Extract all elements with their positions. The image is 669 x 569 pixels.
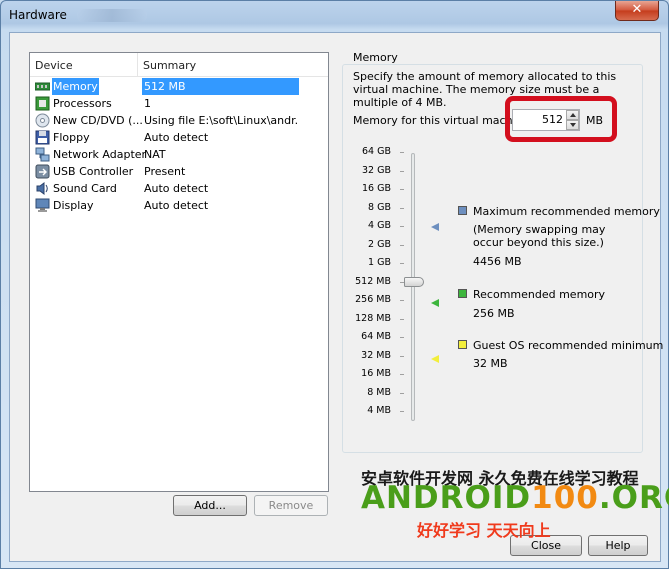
- device-summary: 1: [144, 97, 151, 110]
- minimum-title: Guest OS recommended minimum: [473, 339, 664, 352]
- add-button[interactable]: Add...: [173, 495, 247, 516]
- device-summary: Auto detect: [144, 199, 209, 212]
- minimum-marker-icon: [431, 355, 439, 363]
- scale-label: 128 MB: [355, 312, 391, 324]
- scale-tick: [400, 318, 404, 320]
- max-recommended-note: (Memory swapping may occur beyond this s…: [473, 223, 606, 249]
- hardware-dialog: Hardware ✕ Device Summary Memory 512 MB …: [0, 0, 669, 569]
- scale-label: 4 MB: [367, 405, 391, 416]
- scale-label: 32 MB: [361, 349, 391, 361]
- minimum-value: 32 MB: [473, 357, 508, 370]
- scale-tick: [400, 300, 404, 301]
- max-recommended-title: Maximum recommended memory: [473, 205, 660, 218]
- scale-tick: [400, 355, 404, 357]
- scale-tick: [400, 189, 404, 190]
- memory-field-label: Memory for this virtual machine:: [353, 114, 534, 127]
- scale-label: 16 GB: [362, 183, 391, 194]
- scale-tick: [400, 411, 404, 412]
- memory-slider-thumb[interactable]: [404, 276, 424, 287]
- device-row-usb-controller[interactable]: USB Controller Present: [30, 163, 328, 180]
- device-summary: 512 MB: [142, 78, 299, 95]
- scale-label: 512 MB: [355, 275, 391, 287]
- scale-label: 32 GB: [362, 164, 391, 176]
- memory-description: Specify the amount of memory allocated t…: [353, 70, 617, 109]
- stepper-up-button[interactable]: [566, 110, 579, 120]
- device-row-cd-dvd[interactable]: New CD/DVD (... Using file E:\soft\Linux…: [30, 112, 328, 129]
- device-row-memory[interactable]: Memory 512 MB: [30, 78, 328, 95]
- scale-label: 4 GB: [368, 220, 391, 231]
- remove-button[interactable]: Remove: [254, 495, 328, 516]
- recommended-value: 256 MB: [473, 307, 515, 320]
- recommended-legend-icon: [458, 289, 467, 298]
- device-row-display[interactable]: Display Auto detect: [30, 197, 328, 214]
- scale-tick: [400, 170, 404, 172]
- device-name: USB Controller: [53, 165, 134, 178]
- device-summary: NAT: [144, 148, 166, 161]
- scale-label: 8 GB: [368, 201, 391, 213]
- scale-tick: [400, 226, 404, 227]
- device-row-sound-card[interactable]: Sound Card Auto detect: [30, 180, 328, 197]
- max-recommended-marker-icon: [431, 223, 439, 231]
- device-name: Sound Card: [53, 182, 117, 195]
- device-list[interactable]: Device Summary Memory 512 MB Processors …: [29, 52, 329, 492]
- memory-size-stepper[interactable]: 512: [512, 109, 580, 131]
- scale-label: 256 MB: [355, 294, 391, 305]
- display-icon: [35, 198, 50, 212]
- device-name: Network Adapter: [53, 148, 147, 161]
- stepper-down-button[interactable]: [566, 120, 579, 130]
- help-button[interactable]: Help: [588, 535, 648, 556]
- column-separator[interactable]: [137, 53, 138, 77]
- cd-dvd-icon: [35, 113, 50, 128]
- processor-icon: [35, 96, 50, 111]
- device-row-floppy[interactable]: Floppy Auto detect: [30, 129, 328, 146]
- sound-icon: [36, 182, 48, 195]
- memory-slider-track[interactable]: [411, 153, 415, 421]
- scale-tick: [400, 337, 404, 338]
- device-row-processors[interactable]: Processors 1: [30, 95, 328, 112]
- recommended-marker-icon: [431, 299, 439, 307]
- minimum-legend-icon: [458, 340, 467, 349]
- memory-group-title: Memory: [350, 51, 401, 64]
- window-close-button[interactable]: ✕: [615, 1, 659, 21]
- scale-label: 16 MB: [361, 368, 391, 379]
- scale-label: 2 GB: [368, 238, 391, 250]
- device-list-header: Device Summary: [30, 53, 328, 77]
- scale-tick: [400, 207, 404, 209]
- device-summary: Auto detect: [144, 182, 209, 195]
- scale-label: 1 GB: [368, 257, 391, 268]
- scale-tick: [400, 244, 404, 246]
- device-name: Processors: [53, 97, 112, 110]
- memory-size-input[interactable]: 512: [515, 113, 563, 126]
- title-bar[interactable]: Hardware ✕: [1, 1, 668, 31]
- memory-unit-label: MB: [586, 114, 604, 127]
- scale-tick: [400, 374, 404, 375]
- device-name: Display: [53, 199, 94, 212]
- device-summary: Present: [144, 165, 186, 178]
- device-name: New CD/DVD (...: [53, 114, 143, 127]
- column-header-device[interactable]: Device: [35, 59, 73, 72]
- recommended-title: Recommended memory: [473, 288, 606, 301]
- device-summary: Using file E:\soft\Linux\andr...: [144, 114, 299, 127]
- scale-tick: [400, 263, 404, 264]
- close-button[interactable]: Close: [510, 535, 582, 556]
- window-title: Hardware: [9, 8, 67, 22]
- scale-tick: [400, 152, 404, 153]
- scale-label: 8 MB: [367, 386, 391, 398]
- scale-label: 64 GB: [362, 146, 391, 157]
- device-row-network-adapter[interactable]: Network Adapter NAT: [30, 146, 328, 163]
- device-name: Memory: [52, 78, 99, 95]
- usb-icon: [35, 164, 50, 179]
- floppy-icon: [35, 130, 50, 145]
- column-header-summary[interactable]: Summary: [143, 59, 196, 72]
- network-adapter-icon: [35, 147, 50, 162]
- scale-tick: [400, 392, 404, 394]
- max-recommended-value: 4456 MB: [473, 255, 522, 268]
- scale-label: 64 MB: [361, 331, 391, 342]
- blurred-title-text: [77, 9, 147, 22]
- device-name: Floppy: [53, 131, 90, 144]
- memory-icon: [35, 82, 50, 91]
- dialog-client-area: Device Summary Memory 512 MB Processors …: [9, 32, 664, 562]
- max-recommended-legend-icon: [458, 206, 467, 215]
- device-summary: Auto detect: [144, 131, 209, 144]
